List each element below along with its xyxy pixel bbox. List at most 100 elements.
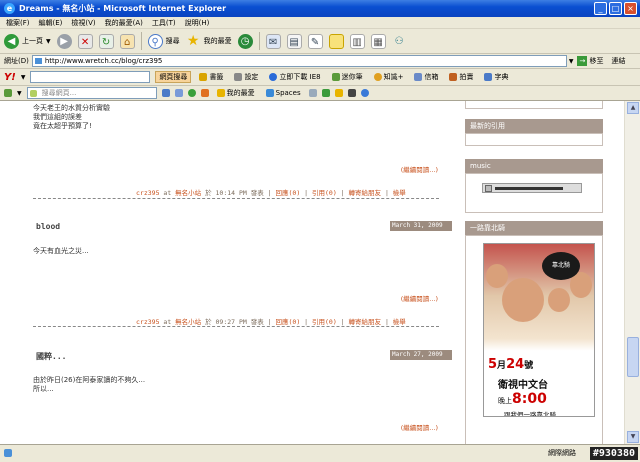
web-search-button[interactable]: 網頁搜尋 [155,71,192,83]
post-body: 由於昨日(26)在阿泰家讀的不夠久... 所以... [33,376,146,393]
bookmarks-button[interactable]: 書籤 [196,71,226,83]
scroll-thumb[interactable] [627,337,639,377]
maximize-button[interactable]: □ [609,2,622,15]
msn-icon[interactable]: ⚇ [392,34,407,49]
research-icon[interactable]: ▥ [349,33,365,49]
menu-edit[interactable]: 編輯(E) [39,18,63,28]
help-icon[interactable] [360,89,369,97]
address-dropdown-icon[interactable]: ▼ [569,58,574,65]
minimize-button[interactable]: _ [594,2,607,15]
window-title: Dreams - 無名小站 - Microsoft Internet Explo… [19,4,227,13]
notes-icon [331,73,340,81]
read-more-link[interactable]: (繼續閱讀...) [401,422,438,432]
back-arrow-icon: ◀ [4,33,19,49]
chevron-down-icon[interactable]: ▼ [17,90,22,97]
yahoo-search-input[interactable] [30,71,151,83]
download-ie8-button[interactable]: 立即下載 IE8 [266,71,323,83]
toolbar-separator [140,32,142,50]
close-button[interactable]: × [624,2,637,15]
post-date: March 31, 2009 [390,221,452,231]
knowledge-button[interactable]: 知識+ [371,71,407,83]
links-label[interactable]: 連結 [611,56,625,66]
stop-icon[interactable]: ✕ [77,33,93,49]
post-title[interactable]: blood [36,222,60,231]
scroll-up-button[interactable]: ▲ [627,102,639,114]
edit-icon[interactable]: ✎ [307,33,323,49]
settings-button[interactable]: 設定 [231,71,261,83]
search-button[interactable]: ⚲ 搜尋 [147,33,180,49]
trackback-link[interactable]: 引用(0) [312,318,337,326]
forward-arrow-icon[interactable]: ▶ [56,33,72,49]
report-link[interactable]: 檢舉 [393,189,406,197]
reply-link[interactable]: 回應(0) [276,189,301,197]
calendar-icon[interactable] [347,89,356,97]
ie-icon [269,73,278,81]
report-link[interactable]: 檢舉 [393,318,406,326]
address-bar: 網址(D) http://www.wretch.cc/blog/crz395 ▼… [0,54,640,69]
mail-icon[interactable] [308,89,317,97]
home-icon[interactable]: ⌂ [119,33,135,49]
yahoo-logo[interactable]: Y! [4,72,16,83]
go-button[interactable]: → 移至 [577,56,603,66]
yahoo-toolbar: Y! ▼ 網頁搜尋 書籤 設定 立即下載 IE8 迷你筆 知識+ 信箱 拍賣 字… [0,69,640,86]
messenger-icon[interactable]: ▦ [370,33,386,49]
translate-icon[interactable] [187,89,196,97]
title-bar: e Dreams - 無名小站 - Microsoft Internet Exp… [0,0,640,17]
menu-favorites[interactable]: 我的最愛(A) [105,18,143,28]
auction-button[interactable]: 拍賣 [446,71,476,83]
toolbar-separator [258,32,260,50]
search-icon: ⚲ [147,33,163,49]
note-icon[interactable] [328,33,344,49]
progress-bar[interactable] [495,187,563,190]
forward-link[interactable]: 轉寄給朋友 [349,318,382,326]
print-icon[interactable]: ▤ [286,33,302,49]
status-bar: 網際網路 #930380 [0,444,640,462]
chevron-down-icon[interactable]: ▼ [21,74,26,81]
page-content: 今天老王的水質分析實驗 我們這組的誤差 竟在太超乎預算了! (繼續閱讀...) … [0,101,624,444]
notes-button[interactable]: 迷你筆 [329,71,366,83]
settings-icon [234,73,243,81]
mail-button[interactable]: 信箱 [411,71,441,83]
play-button[interactable] [485,185,492,192]
reply-link[interactable]: 回應(0) [276,318,301,326]
spaces-button[interactable]: Spaces [263,87,304,99]
forward-link[interactable]: 轉寄給朋友 [349,189,382,197]
history-icon[interactable]: ◷ [237,33,253,49]
post-date: March 27, 2009 [390,350,452,360]
post-title[interactable]: 國粹... [36,351,66,362]
trackback-link[interactable]: 引用(0) [312,189,337,197]
post-body: 今天老王的水質分析實驗 我們這組的誤差 竟在太超乎預算了! [33,104,110,130]
menu-help[interactable]: 說明(H) [185,18,210,28]
address-input[interactable]: http://www.wretch.cc/blog/crz395 [31,55,567,67]
rider-face [486,264,508,288]
music-player[interactable] [482,183,582,193]
menu-view[interactable]: 檢視(V) [71,18,95,28]
search-go-icon[interactable] [161,89,170,97]
refresh-icon[interactable]: ↻ [98,33,114,49]
scroll-down-button[interactable]: ▼ [627,431,639,443]
menu-file[interactable]: 檔案(F) [6,18,30,28]
dictionary-icon [484,73,493,81]
back-button[interactable]: ◀ 上一頁 ▼ [4,33,51,49]
knowledge-icon [373,73,382,81]
read-more-link[interactable]: (繼續閱讀...) [401,164,438,174]
movie-ad-image[interactable]: 靠北騎 5月24號 衛視中文台 晚上8:00 跟我們一路靠北騎 [483,243,595,417]
spaces-icon [265,89,274,97]
post-meta: crz395 at 無名小站 於 10:14 PM 發表 | 回應(0) | 引… [136,189,406,197]
search-favorites-button[interactable]: 我的最愛 [214,87,258,99]
menu-tools[interactable]: 工具(T) [152,18,176,28]
pencil-icon[interactable] [334,89,343,97]
favorites-button[interactable]: ★ 我的最愛 [186,33,232,49]
web-search-input[interactable]: 搜尋網頁... [26,87,157,99]
mail-icon[interactable]: ✉ [265,33,281,49]
msn-butterfly-icon[interactable] [200,89,209,97]
vertical-scrollbar[interactable]: ▲ ▼ [624,101,640,444]
dictionary-button[interactable]: 字典 [481,71,511,83]
ride-heading: 一路靠北騎 [465,221,603,235]
messenger-icon[interactable] [321,89,330,97]
ad-date: 5月24號 [488,357,534,372]
read-more-link[interactable]: (繼續閱讀...) [401,293,438,303]
ie-icon: e [4,3,15,14]
address-label: 網址(D) [4,57,29,65]
highlight-icon[interactable] [174,89,183,97]
